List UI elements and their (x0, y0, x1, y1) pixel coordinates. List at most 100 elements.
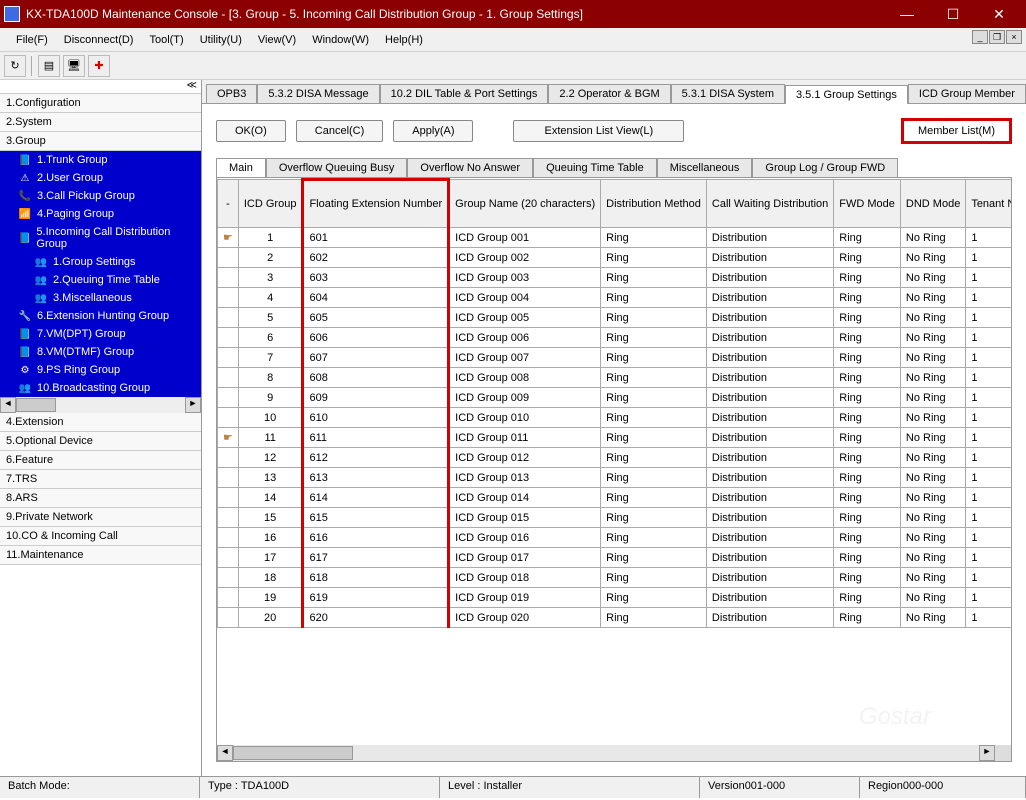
sub-tab[interactable]: Main (216, 158, 266, 177)
cell[interactable]: ICD Group 017 (449, 548, 601, 568)
nav-item[interactable]: 👥10.Broadcasting Group (0, 379, 201, 397)
cell[interactable]: Ring (834, 228, 901, 248)
cell[interactable]: 10 (238, 408, 303, 428)
cell[interactable]: No Ring (900, 588, 965, 608)
table-row[interactable]: 9609ICD Group 009RingDistributionRingNo … (218, 388, 1012, 408)
cell[interactable]: Ring (601, 388, 707, 408)
cell[interactable]: 608 (303, 368, 449, 388)
cell[interactable]: Ring (601, 468, 707, 488)
cell[interactable]: Ring (601, 328, 707, 348)
cell[interactable]: 615 (303, 508, 449, 528)
cell[interactable]: Distribution (706, 508, 833, 528)
cell[interactable]: 1 (966, 328, 1011, 348)
table-row[interactable]: 16616ICD Group 016RingDistributionRingNo… (218, 528, 1012, 548)
table-row[interactable]: 7607ICD Group 007RingDistributionRingNo … (218, 348, 1012, 368)
cell[interactable]: 1 (966, 228, 1011, 248)
cell[interactable]: No Ring (900, 408, 965, 428)
menu-window[interactable]: Window(W) (304, 31, 377, 49)
menu-help[interactable]: Help(H) (377, 31, 431, 49)
sub-tab[interactable]: Group Log / Group FWD (752, 158, 898, 177)
table-row[interactable]: 3603ICD Group 003RingDistributionRingNo … (218, 268, 1012, 288)
cell[interactable]: 1 (966, 428, 1011, 448)
cell[interactable]: ICD Group 009 (449, 388, 601, 408)
cell[interactable]: 1 (966, 348, 1011, 368)
nav-item[interactable]: 📘5.Incoming Call Distribution Group (0, 223, 201, 253)
cell[interactable]: 19 (238, 588, 303, 608)
nav-item[interactable]: 👥2.Queuing Time Table (0, 271, 201, 289)
nav-section[interactable]: 6.Feature (0, 451, 201, 470)
table-row[interactable]: 10610ICD Group 010RingDistributionRingNo… (218, 408, 1012, 428)
nav-section[interactable]: 8.ARS (0, 489, 201, 508)
grid-scroll-thumb[interactable] (233, 746, 353, 760)
cell[interactable]: 1 (966, 268, 1011, 288)
cell[interactable]: Ring (601, 488, 707, 508)
menu-tool[interactable]: Tool(T) (141, 31, 191, 49)
nav-item[interactable]: ⚠2.User Group (0, 169, 201, 187)
sub-tab[interactable]: Miscellaneous (657, 158, 753, 177)
nav-hscroll[interactable]: ◄ ► (0, 397, 201, 413)
cell[interactable]: Ring (601, 568, 707, 588)
mdi-minimize-icon[interactable]: _ (972, 30, 988, 44)
menu-disconnect[interactable]: Disconnect(D) (56, 31, 142, 49)
cell[interactable]: 612 (303, 448, 449, 468)
cell[interactable]: 15 (238, 508, 303, 528)
cell[interactable]: Distribution (706, 248, 833, 268)
doc-tab[interactable]: 10.2 DIL Table & Port Settings (380, 84, 549, 103)
cell[interactable]: No Ring (900, 388, 965, 408)
cell[interactable]: No Ring (900, 288, 965, 308)
scroll-left-icon[interactable]: ◄ (0, 397, 16, 413)
cell[interactable]: 609 (303, 388, 449, 408)
nav-section[interactable]: 5.Optional Device (0, 432, 201, 451)
column-header[interactable]: DND Mode (900, 180, 965, 228)
row-hand-icon[interactable] (218, 488, 239, 508)
cell[interactable]: ICD Group 016 (449, 528, 601, 548)
tool-card-icon[interactable]: ▤ (38, 55, 60, 77)
cell[interactable]: ICD Group 010 (449, 408, 601, 428)
cell[interactable]: Ring (834, 588, 901, 608)
cell[interactable]: 1 (966, 528, 1011, 548)
cell[interactable]: Ring (834, 568, 901, 588)
table-row[interactable]: 2602ICD Group 002RingDistributionRingNo … (218, 248, 1012, 268)
row-hand-icon[interactable] (218, 548, 239, 568)
cell[interactable]: Ring (834, 368, 901, 388)
cell[interactable]: ICD Group 012 (449, 448, 601, 468)
cell[interactable]: Ring (601, 408, 707, 428)
cell[interactable]: 616 (303, 528, 449, 548)
cell[interactable]: 601 (303, 228, 449, 248)
cell[interactable]: 7 (238, 348, 303, 368)
cell[interactable]: Distribution (706, 308, 833, 328)
cell[interactable]: 617 (303, 548, 449, 568)
cell[interactable]: ICD Group 013 (449, 468, 601, 488)
cell[interactable]: Ring (601, 368, 707, 388)
cell[interactable]: Distribution (706, 268, 833, 288)
cell[interactable]: Ring (834, 268, 901, 288)
mdi-close-icon[interactable]: × (1006, 30, 1022, 44)
cell[interactable]: Distribution (706, 488, 833, 508)
row-hand-icon[interactable] (218, 448, 239, 468)
cell[interactable]: 11 (238, 428, 303, 448)
row-hand-icon[interactable]: ☛ (218, 228, 239, 248)
apply-button[interactable]: Apply(A) (393, 120, 473, 142)
nav-section[interactable]: 3.Group (0, 132, 201, 151)
cell[interactable]: No Ring (900, 488, 965, 508)
cell[interactable]: Ring (601, 528, 707, 548)
cell[interactable]: ICD Group 008 (449, 368, 601, 388)
cell[interactable]: Distribution (706, 468, 833, 488)
cell[interactable]: Ring (601, 448, 707, 468)
cell[interactable]: No Ring (900, 608, 965, 628)
scroll-right-icon[interactable]: ► (185, 397, 201, 413)
cell[interactable]: ICD Group 011 (449, 428, 601, 448)
cell[interactable]: Ring (601, 268, 707, 288)
member-list-button[interactable]: Member List(M) (901, 118, 1012, 144)
cell[interactable]: 606 (303, 328, 449, 348)
doc-tab[interactable]: OPB3 (206, 84, 257, 103)
menu-view[interactable]: View(V) (250, 31, 304, 49)
grid-scroll-right-icon[interactable]: ► (979, 745, 995, 761)
cell[interactable]: Ring (834, 248, 901, 268)
cell[interactable]: 1 (966, 548, 1011, 568)
nav-item[interactable]: 📘1.Trunk Group (0, 151, 201, 169)
cell[interactable]: 12 (238, 448, 303, 468)
row-hand-icon[interactable] (218, 568, 239, 588)
row-hand-icon[interactable] (218, 608, 239, 628)
table-row[interactable]: 12612ICD Group 012RingDistributionRingNo… (218, 448, 1012, 468)
